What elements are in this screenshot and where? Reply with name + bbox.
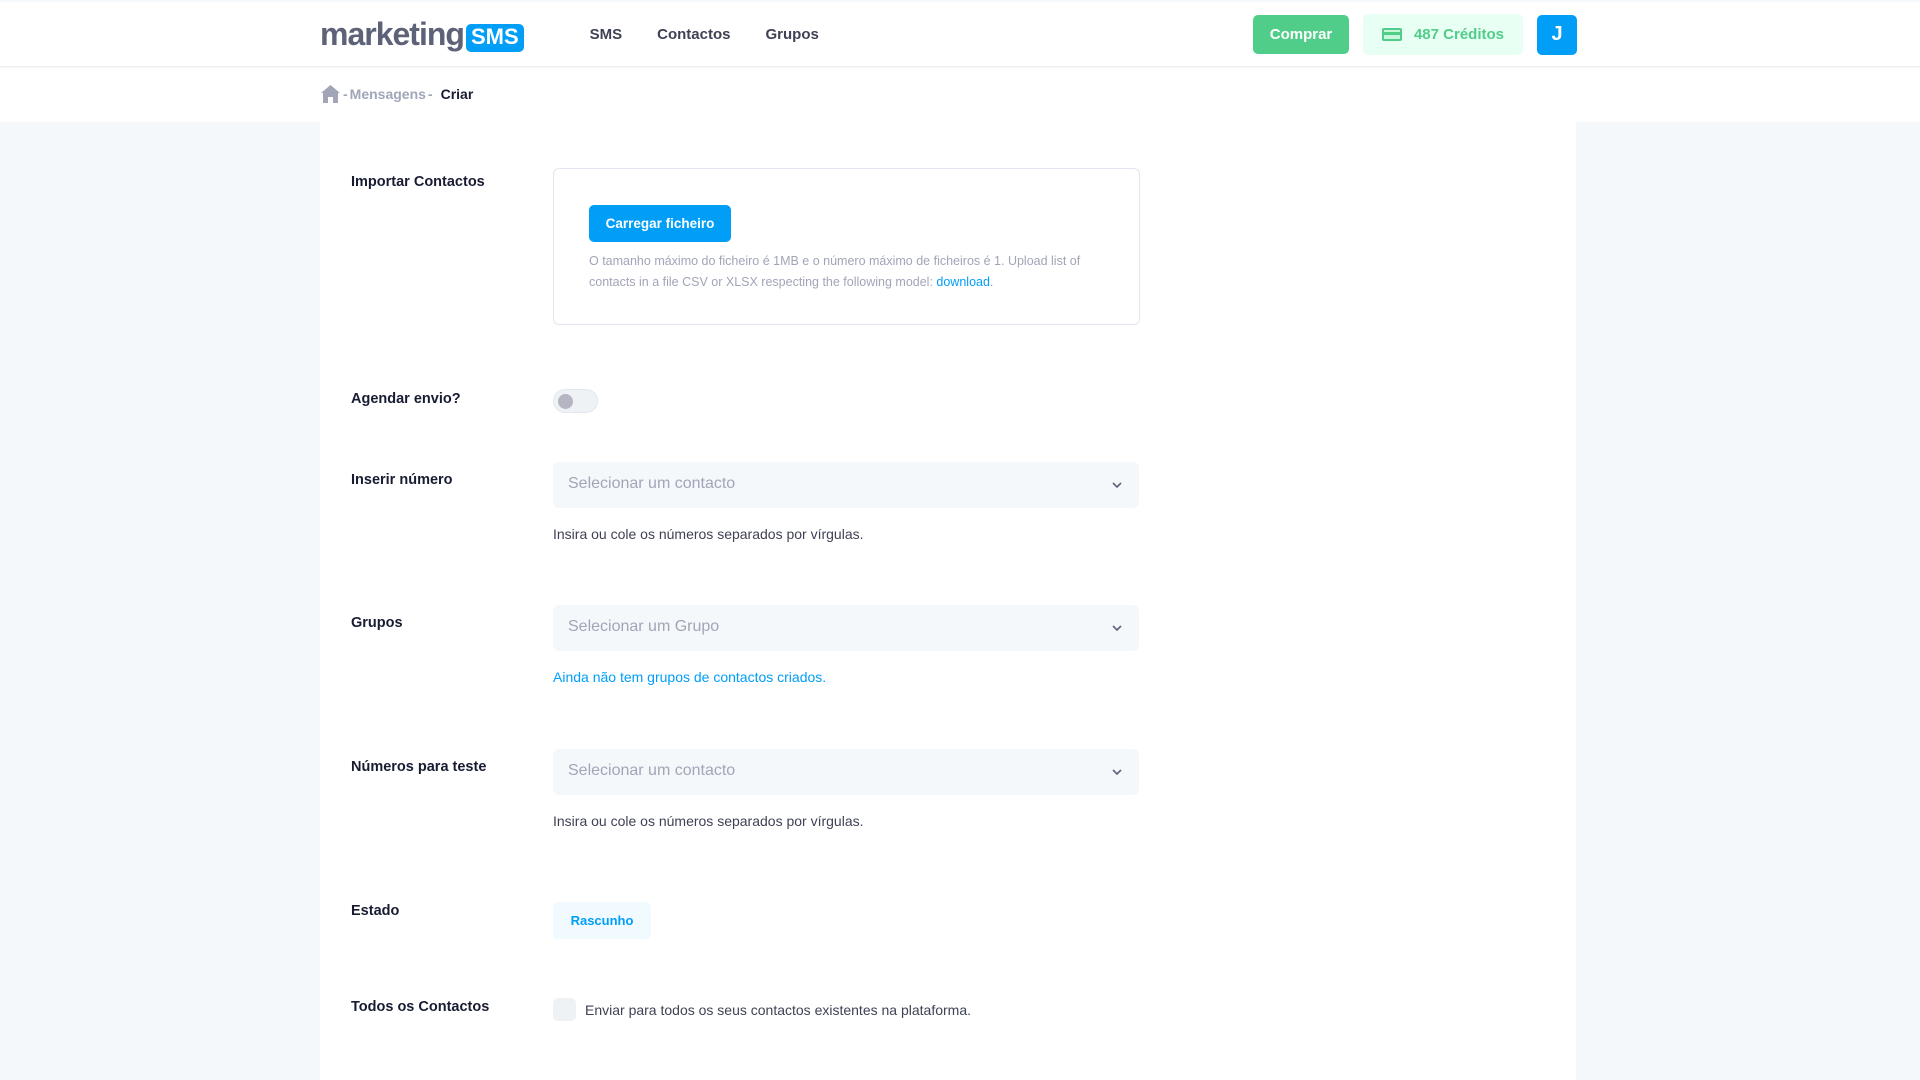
- schedule-label: Agendar envio?: [351, 391, 461, 407]
- number-label: Inserir número: [351, 472, 453, 488]
- nav-item-grupos[interactable]: Grupos: [765, 26, 818, 43]
- schedule-toggle[interactable]: [553, 389, 598, 413]
- test-contact-select[interactable]: Selecionar um contacto: [553, 749, 1139, 795]
- number-help-text: Insira ou cole os números separados por …: [553, 526, 864, 542]
- all-contacts-checkbox-label[interactable]: Enviar para todos os seus contactos exis…: [585, 1002, 971, 1018]
- all-contacts-checkbox[interactable]: [553, 998, 576, 1021]
- toolbar: - Mensagens - Criar: [0, 68, 1920, 122]
- breadcrumb-separator: -: [343, 86, 348, 102]
- brand-word: marketing: [320, 16, 465, 52]
- brand-badge: SMS: [465, 23, 524, 52]
- credits-badge[interactable]: 487 Créditos: [1363, 14, 1523, 55]
- nav-item-contactos[interactable]: Contactos: [657, 26, 730, 43]
- breadcrumb: - Mensagens - Criar: [320, 84, 473, 104]
- group-select-placeholder: Selecionar um Grupo: [568, 618, 720, 635]
- status-badge: Rascunho: [553, 902, 651, 939]
- buy-button[interactable]: Comprar: [1253, 15, 1349, 54]
- chevron-down-icon: [1112, 625, 1122, 632]
- toggle-knob: [558, 394, 573, 409]
- schedule-row: Agendar envio?: [320, 389, 1576, 415]
- credit-card-icon: [1381, 28, 1402, 41]
- breadcrumb-mensagens[interactable]: Mensagens: [350, 86, 426, 102]
- group-select[interactable]: Selecionar um Grupo: [553, 605, 1139, 651]
- credits-label: 487 Créditos: [1413, 26, 1505, 43]
- all-contacts-label: Todos os Contactos: [351, 999, 490, 1015]
- breadcrumb-separator: -: [427, 86, 433, 102]
- test-contact-select-placeholder: Selecionar um contacto: [568, 762, 736, 779]
- download-link[interactable]: download: [936, 275, 990, 289]
- form-card: Importar Contactos Carregar ficheiro O t…: [320, 122, 1576, 1080]
- import-label: Importar Contactos: [351, 174, 485, 190]
- top-header: marketing SMS SMS Contactos Grupos Compr…: [0, 2, 1920, 67]
- all-contacts-option: Enviar para todos os seus contactos exis…: [553, 998, 971, 1021]
- test-numbers-help-text: Insira ou cole os números separados por …: [553, 813, 864, 829]
- upload-file-button[interactable]: Carregar ficheiro: [589, 205, 731, 242]
- upload-box: Carregar ficheiro O tamanho máximo do fi…: [553, 168, 1140, 325]
- breadcrumb-criar: Criar: [440, 86, 474, 102]
- main-nav: SMS Contactos Grupos: [590, 26, 819, 43]
- chevron-down-icon: [1112, 769, 1122, 776]
- contact-select-placeholder: Selecionar um contacto: [568, 475, 736, 492]
- contact-select[interactable]: Selecionar um contacto: [553, 462, 1139, 508]
- upload-help-text: O tamanho máximo do ficheiro é 1MB e o n…: [589, 254, 1081, 289]
- groups-label: Grupos: [351, 615, 403, 631]
- status-label: Estado: [351, 903, 400, 919]
- no-groups-link[interactable]: Ainda não tem grupos de contactos criado…: [553, 669, 1139, 685]
- chevron-down-icon: [1112, 482, 1122, 489]
- home-icon[interactable]: [320, 84, 341, 104]
- nav-item-sms[interactable]: SMS: [590, 26, 623, 43]
- user-avatar[interactable]: J: [1537, 14, 1577, 55]
- brand-logo[interactable]: marketing SMS: [320, 16, 524, 53]
- test-numbers-label: Números para teste: [351, 759, 487, 775]
